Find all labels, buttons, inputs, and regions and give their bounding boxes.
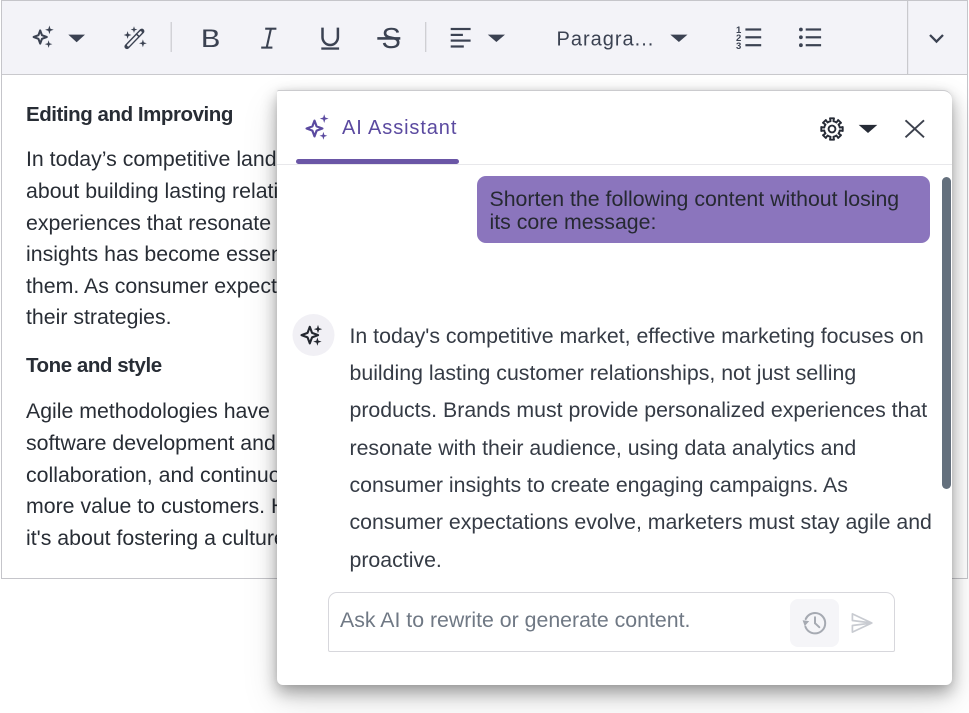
svg-text:3: 3 [736, 41, 741, 52]
svg-text:B: B [201, 24, 221, 54]
svg-text:Paragra...: Paragra... [557, 28, 655, 50]
